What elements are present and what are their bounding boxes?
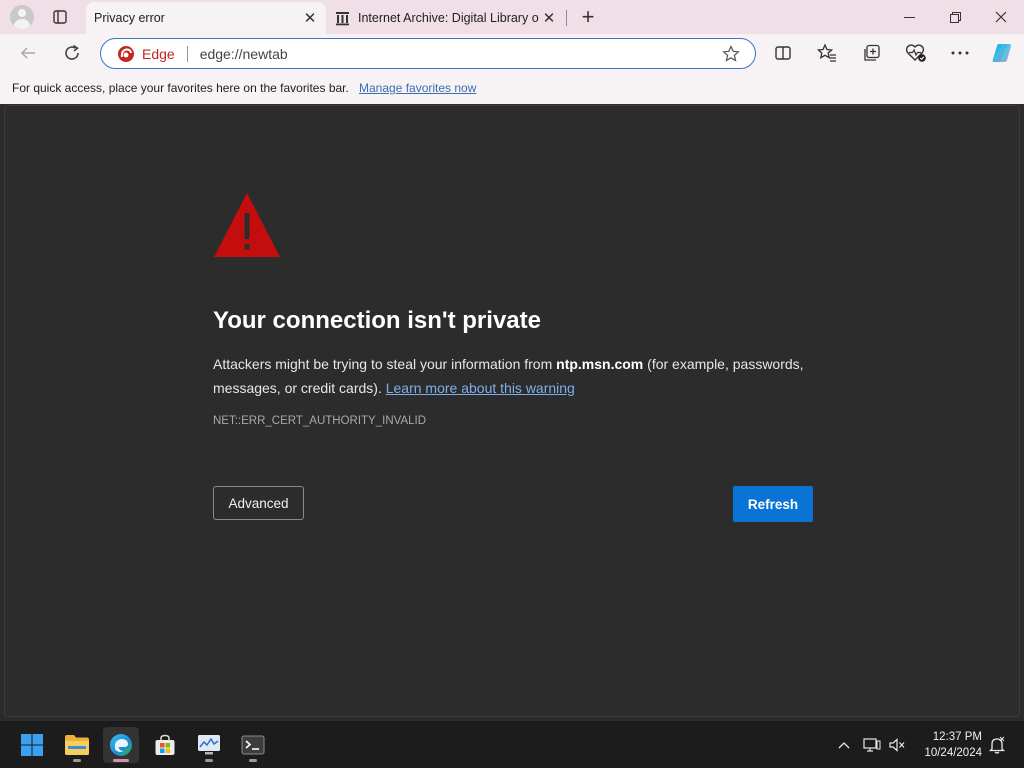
site-identity-label[interactable]: Edge: [142, 46, 175, 62]
close-window-button[interactable]: [978, 0, 1024, 34]
collections-icon[interactable]: [859, 40, 885, 66]
description-text-start: Attackers might be trying to steal your …: [213, 356, 557, 372]
address-separator: [186, 45, 188, 62]
copilot-icon[interactable]: [989, 40, 1015, 66]
running-indicator: [205, 759, 213, 762]
tab-separator: [566, 10, 567, 26]
favorites-bar-message: For quick access, place your favorites h…: [12, 81, 349, 95]
restore-button[interactable]: [932, 0, 978, 34]
minimize-button[interactable]: [886, 0, 932, 34]
microsoft-store-taskbar-button[interactable]: [147, 727, 183, 763]
title-bar: Privacy error ✕ Internet Archive: Digita…: [0, 0, 1024, 34]
taskbar: 12:37 PM 10/24/2024: [0, 720, 1024, 768]
running-indicator: [73, 759, 81, 762]
terminal-taskbar-button[interactable]: [235, 727, 271, 763]
tab-title: Internet Archive: Digital Library of: [358, 11, 539, 25]
network-icon[interactable]: [862, 721, 882, 768]
not-secure-warning-icon[interactable]: [117, 45, 135, 63]
profile-avatar-icon[interactable]: [8, 4, 36, 30]
refresh-page-button[interactable]: Refresh: [733, 486, 813, 522]
url-text[interactable]: edge://newtab: [200, 46, 721, 62]
tab-title: Privacy error: [94, 11, 165, 25]
edge-logo-icon: [110, 734, 132, 756]
store-bag-icon: [155, 734, 175, 755]
clock-date: 10/24/2024: [924, 747, 982, 759]
refresh-button[interactable]: [57, 39, 87, 67]
tab-privacy-error[interactable]: Privacy error ✕: [86, 2, 326, 34]
manage-favorites-link[interactable]: Manage favorites now: [359, 81, 476, 95]
host-name: ntp.msn.com: [556, 356, 644, 372]
notifications-bell-icon[interactable]: [986, 721, 1008, 768]
learn-more-link[interactable]: Learn more about this warning: [386, 380, 575, 396]
file-explorer-taskbar-button[interactable]: [59, 727, 95, 763]
page-title: Your connection isn't private: [213, 307, 541, 334]
error-page: Your connection isn't private Attackers …: [4, 105, 1020, 717]
tab-actions-icon[interactable]: [46, 4, 74, 30]
favorites-bar: For quick access, place your favorites h…: [0, 72, 1024, 104]
close-tab-icon[interactable]: ✕: [300, 8, 320, 28]
new-tab-button[interactable]: +: [574, 3, 602, 31]
start-button[interactable]: [14, 727, 50, 763]
folder-icon: [65, 735, 89, 755]
advanced-button[interactable]: Advanced: [213, 486, 304, 520]
split-screen-icon[interactable]: [770, 40, 796, 66]
close-tab-icon[interactable]: ✕: [539, 8, 559, 28]
clock-time: 12:37 PM: [932, 731, 982, 743]
warning-triangle-icon: [213, 191, 281, 259]
show-hidden-icons-chevron-icon[interactable]: [834, 721, 854, 768]
archive-favicon-icon: [334, 10, 350, 26]
back-button[interactable]: [13, 39, 43, 67]
favorites-icon[interactable]: [814, 40, 840, 66]
terminal-icon: [241, 735, 265, 755]
monitor-chart-icon: [198, 735, 220, 755]
toolbar: Edge edge://newtab: [0, 34, 1024, 72]
tab-internet-archive[interactable]: Internet Archive: Digital Library of ✕: [330, 2, 565, 34]
edge-taskbar-button[interactable]: [103, 727, 139, 763]
performance-monitor-taskbar-button[interactable]: [191, 727, 227, 763]
address-bar[interactable]: Edge edge://newtab: [100, 38, 756, 69]
windows-logo-icon: [21, 734, 43, 756]
system-clock[interactable]: 12:37 PM 10/24/2024: [912, 729, 982, 761]
running-indicator: [249, 759, 257, 762]
volume-muted-icon[interactable]: [886, 721, 908, 768]
running-indicator: [113, 759, 129, 762]
browser-essentials-icon[interactable]: [903, 40, 929, 66]
warning-description: Attackers might be trying to steal your …: [213, 352, 823, 400]
more-options-icon[interactable]: [947, 40, 973, 66]
error-code: NET::ERR_CERT_AUTHORITY_INVALID: [213, 415, 427, 427]
add-favorite-star-icon[interactable]: [721, 44, 741, 64]
